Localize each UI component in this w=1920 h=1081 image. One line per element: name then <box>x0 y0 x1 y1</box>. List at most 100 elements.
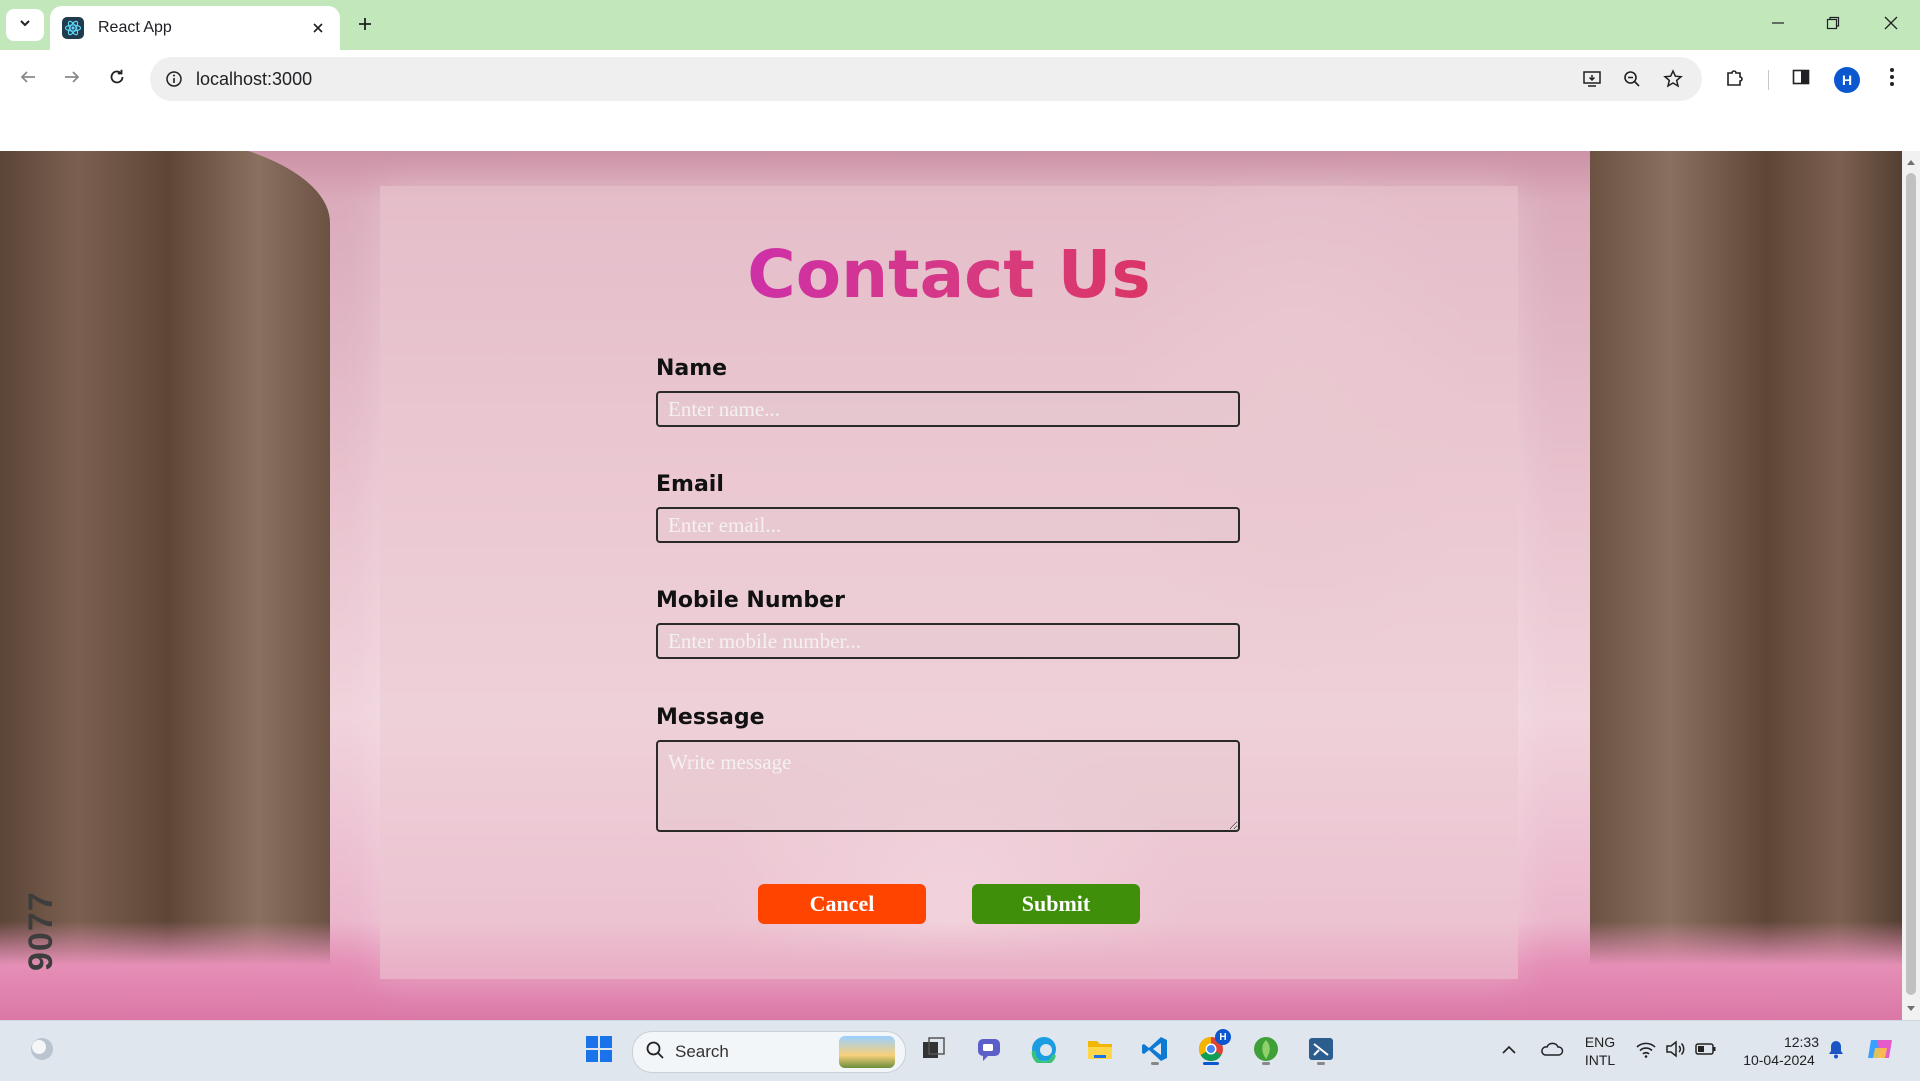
react-icon <box>62 17 84 39</box>
input-language-indicator[interactable]: ENG INTL <box>1578 1033 1622 1069</box>
browser-menu-button[interactable] <box>1876 63 1908 95</box>
speaker-icon <box>1665 1039 1687 1063</box>
bookmark-star-icon[interactable] <box>1661 67 1685 91</box>
left-tree-trunk <box>0 151 330 1020</box>
show-hidden-icons-button[interactable] <box>1494 1033 1524 1069</box>
minimize-icon <box>1771 16 1785 35</box>
keyboard-layout: INTL <box>1584 1052 1616 1068</box>
browser-toolbar: localhost:3000 H <box>0 50 1920 108</box>
chrome-button[interactable]: H <box>1193 1029 1231 1069</box>
side-panel-icon <box>1791 67 1811 92</box>
snipping-app-button[interactable] <box>1303 1033 1339 1069</box>
app-running-indicator <box>1317 1062 1325 1065</box>
teams-chat-button[interactable] <box>971 1033 1007 1069</box>
mobile-number-label: Mobile Number <box>656 588 845 613</box>
puzzle-icon <box>1725 67 1745 92</box>
arrow-left-icon <box>19 68 37 91</box>
email-input[interactable] <box>656 507 1240 543</box>
side-panel-button[interactable] <box>1785 63 1817 95</box>
task-view-button[interactable] <box>916 1033 952 1069</box>
url-text: localhost:3000 <box>196 69 313 89</box>
zoom-icon[interactable] <box>1620 67 1644 91</box>
more-vertical-icon <box>1889 67 1895 92</box>
toolbar-divider <box>1768 70 1769 90</box>
notifications-button[interactable] <box>1822 1033 1850 1069</box>
task-view-icon <box>921 1036 947 1067</box>
message-label: Message <box>656 705 765 730</box>
copilot-icon <box>1865 1034 1895 1069</box>
vscode-button[interactable] <box>1137 1033 1173 1069</box>
tab-react-app[interactable]: React App <box>50 6 340 50</box>
taskbar-search-label: Search <box>675 1042 729 1061</box>
chat-icon <box>975 1035 1003 1068</box>
forward-button[interactable] <box>56 63 88 95</box>
app-running-indicator <box>1151 1062 1159 1065</box>
page-title: Contact Us <box>380 236 1518 313</box>
reload-icon <box>108 68 126 91</box>
weather-widget-icon <box>28 1035 56 1068</box>
start-button[interactable] <box>581 1033 617 1069</box>
reload-button[interactable] <box>101 63 133 95</box>
name-label: Name <box>656 356 728 381</box>
page-viewport: 9077 Contact Us Name Email Mobile Number… <box>0 151 1902 1020</box>
app-running-indicator <box>1262 1062 1270 1065</box>
cancel-button[interactable]: Cancel <box>758 884 926 924</box>
edge-browser-icon <box>1030 1035 1058 1068</box>
folder-icon <box>1086 1036 1114 1067</box>
scroll-up-icon[interactable] <box>1906 157 1916 167</box>
plus-icon <box>357 16 373 37</box>
watermark-text: 9077 <box>22 891 60 971</box>
tab-title: React App <box>98 19 172 36</box>
scroll-down-icon[interactable] <box>1906 1004 1916 1014</box>
site-info-icon[interactable] <box>162 67 186 91</box>
volume-button[interactable] <box>1662 1033 1690 1069</box>
onedrive-button[interactable] <box>1536 1033 1568 1069</box>
network-button[interactable] <box>1632 1033 1660 1069</box>
widgets-button[interactable] <box>24 1033 60 1069</box>
contact-form-card: Contact Us Name Email Mobile Number Mess… <box>380 186 1518 979</box>
mongodb-compass-button[interactable] <box>1248 1033 1284 1069</box>
close-window-button[interactable] <box>1871 10 1911 40</box>
search-icon <box>645 1040 665 1065</box>
extensions-button[interactable] <box>1719 63 1751 95</box>
chevron-up-icon <box>1502 1042 1516 1060</box>
chevron-down-icon <box>18 16 32 35</box>
message-textarea[interactable] <box>656 740 1240 832</box>
copilot-button[interactable] <box>1862 1033 1898 1069</box>
clock-time: 12:33 <box>1783 1034 1819 1050</box>
minimize-button[interactable] <box>1758 10 1798 40</box>
name-input[interactable] <box>656 391 1240 427</box>
page-scrollbar[interactable] <box>1902 151 1920 1020</box>
address-bar[interactable]: localhost:3000 <box>150 57 1702 101</box>
wifi-icon <box>1635 1040 1657 1063</box>
chrome-profile-badge: H <box>1215 1029 1231 1045</box>
back-button[interactable] <box>12 63 44 95</box>
search-highlight-image <box>839 1036 895 1068</box>
new-tab-button[interactable] <box>350 11 380 41</box>
mobile-number-input[interactable] <box>656 623 1240 659</box>
restore-button[interactable] <box>1813 10 1853 40</box>
tab-search-button[interactable] <box>6 9 44 41</box>
clock[interactable]: 12:33 10-04-2024 <box>1733 1033 1825 1069</box>
app-active-indicator <box>1203 1062 1219 1065</box>
bell-icon <box>1827 1039 1845 1064</box>
battery-button[interactable] <box>1692 1033 1720 1069</box>
battery-icon <box>1695 1042 1717 1061</box>
file-explorer-button[interactable] <box>1082 1033 1118 1069</box>
close-tab-icon[interactable] <box>306 16 330 40</box>
clock-date: 10-04-2024 <box>1743 1052 1815 1068</box>
close-icon <box>1884 16 1898 35</box>
right-tree-trunk <box>1590 151 1902 1020</box>
windows-taskbar: Search H ENG INTL 12:33 10-04-2024 <box>0 1020 1920 1081</box>
email-label: Email <box>656 472 724 497</box>
profile-avatar[interactable]: H <box>1834 67 1860 93</box>
windows-logo-icon <box>585 1035 613 1068</box>
scrollbar-thumb[interactable] <box>1906 173 1916 995</box>
cloud-icon <box>1540 1041 1564 1062</box>
submit-button[interactable]: Submit <box>972 884 1140 924</box>
edge-button[interactable] <box>1026 1033 1062 1069</box>
install-app-icon[interactable] <box>1580 67 1604 91</box>
restore-icon <box>1826 16 1840 35</box>
language-code: ENG <box>1584 1034 1616 1050</box>
taskbar-search[interactable]: Search <box>632 1031 906 1073</box>
